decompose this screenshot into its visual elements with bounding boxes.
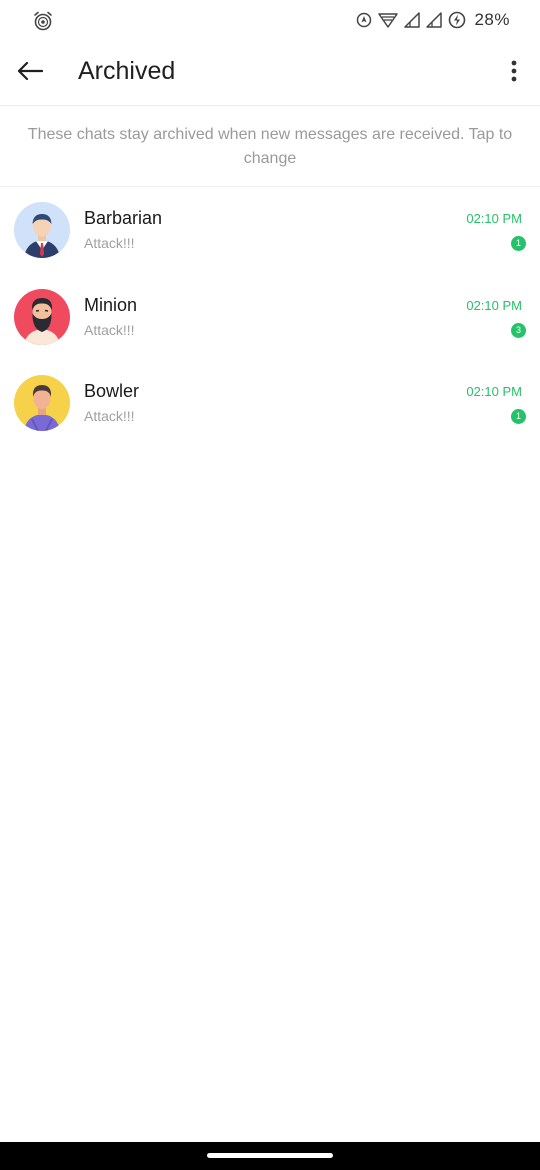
back-button[interactable] — [10, 53, 50, 93]
more-vertical-icon — [511, 60, 517, 87]
unread-badge: 1 — [511, 236, 526, 251]
chat-item[interactable]: Barbarian Attack!!! 02:10 PM 1 — [0, 187, 540, 274]
avatar[interactable] — [14, 288, 70, 345]
unread-badge: 1 — [511, 409, 526, 424]
status-bar: 28% — [0, 0, 540, 40]
home-indicator[interactable] — [207, 1153, 333, 1158]
avatar[interactable] — [14, 202, 70, 258]
signal-icon — [404, 12, 421, 28]
app-bar: Archived — [0, 40, 540, 106]
chat-last-message: Attack!!! — [84, 408, 135, 424]
wifi-icon — [378, 12, 399, 28]
arrow-left-icon — [17, 61, 44, 86]
chat-name: Bowler — [84, 381, 140, 401]
chat-time: 02:10 PM — [466, 384, 522, 399]
chat-item[interactable]: Bowler Attack!!! 02:10 PM 1 — [0, 360, 540, 447]
chat-name: Barbarian — [84, 208, 163, 228]
chat-last-message: Attack!!! — [84, 235, 135, 251]
battery-charging-icon — [448, 11, 466, 29]
chat-name: Minion — [84, 294, 138, 315]
system-navigation-bar — [0, 1142, 540, 1170]
avatar[interactable] — [14, 375, 70, 431]
alarm-clock-icon — [32, 10, 54, 32]
more-options-button[interactable] — [502, 53, 526, 93]
archive-info-banner[interactable]: These chats stay archived when new messa… — [0, 106, 540, 187]
chat-item[interactable]: Minion Attack!!! 02:10 PM 3 — [0, 274, 540, 361]
location-icon — [356, 12, 372, 28]
battery-percentage: 28% — [474, 10, 510, 29]
page-title: Archived — [78, 57, 176, 85]
chat-time: 02:10 PM — [466, 297, 522, 313]
chat-last-message: Attack!!! — [84, 321, 135, 338]
chat-list: Barbarian Attack!!! 02:10 PM 1 Minion At… — [0, 187, 540, 447]
unread-badge: 3 — [511, 322, 526, 338]
chat-time: 02:10 PM — [466, 211, 522, 226]
signal-icon — [426, 12, 443, 28]
